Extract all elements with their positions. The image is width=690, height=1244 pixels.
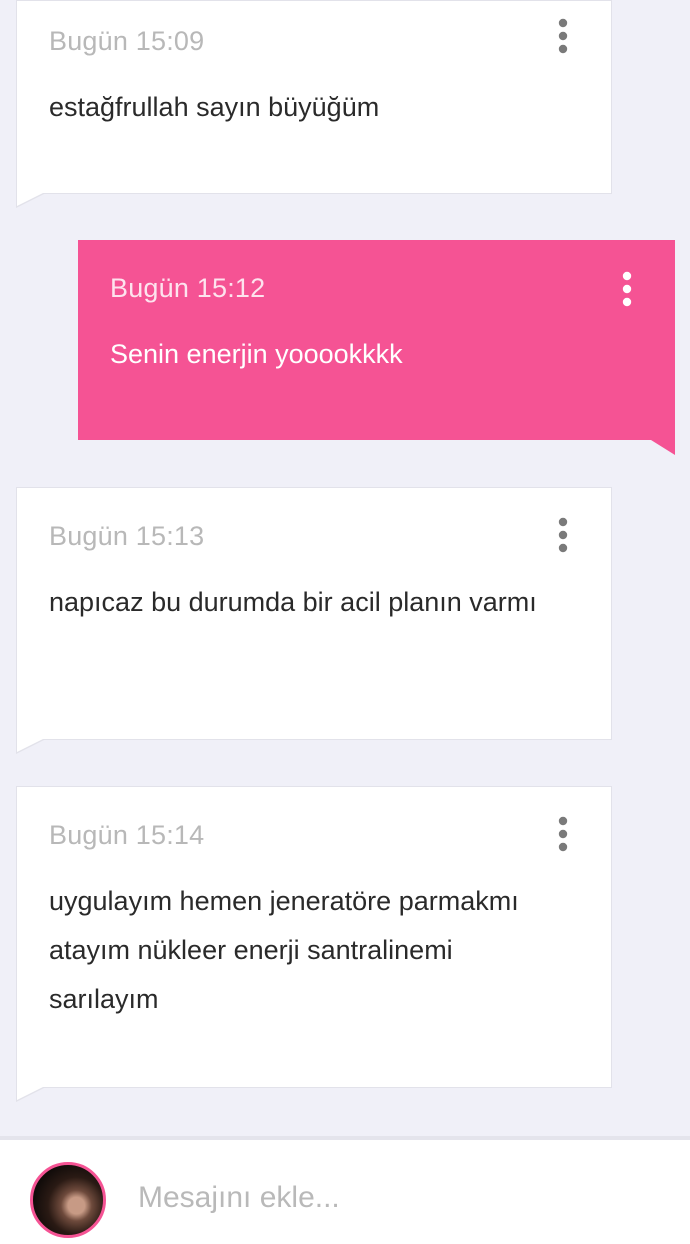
message-text: estağfrullah sayın büyüğüm	[49, 92, 380, 122]
more-vertical-icon	[558, 816, 568, 852]
message-composer	[0, 1136, 690, 1244]
message-timestamp: Bugün 15:09	[49, 26, 205, 56]
message-menu-button[interactable]	[545, 17, 581, 57]
message-bubble-outgoing: Bugün 15:12 Senin enerjin yooookkkk	[78, 240, 675, 455]
bubble-tail	[16, 1087, 46, 1102]
chat-message-list[interactable]: Bugün 15:09 estağfrullah sayın büyüğüm B…	[0, 0, 690, 1136]
more-vertical-icon	[558, 517, 568, 553]
message-text: uygulayım hemen jeneratöre parmakmı atay…	[49, 886, 519, 1014]
message-bubble-incoming: Bugün 15:09 estağfrullah sayın büyüğüm	[16, 0, 612, 208]
message-text: Senin enerjin yooookkkk	[110, 339, 403, 369]
message-timestamp: Bugün 15:14	[49, 820, 205, 850]
user-avatar[interactable]	[30, 1162, 106, 1238]
bubble-tail	[16, 193, 46, 208]
more-vertical-icon	[622, 271, 632, 307]
message-menu-button[interactable]	[609, 270, 645, 310]
message-input[interactable]	[138, 1178, 658, 1218]
message-timestamp: Bugün 15:13	[49, 521, 205, 551]
message-text: napıcaz bu durumda bir acil planın varmı	[49, 587, 537, 617]
message-bubble-incoming: Bugün 15:14 uygulayım hemen jeneratöre p…	[16, 786, 612, 1102]
bubble-tail	[16, 739, 46, 754]
message-menu-button[interactable]	[545, 516, 581, 556]
message-timestamp: Bugün 15:12	[110, 273, 266, 303]
message-menu-button[interactable]	[545, 815, 581, 855]
message-bubble-incoming: Bugün 15:13 napıcaz bu durumda bir acil …	[16, 487, 612, 754]
more-vertical-icon	[558, 18, 568, 54]
bubble-tail	[651, 440, 675, 455]
